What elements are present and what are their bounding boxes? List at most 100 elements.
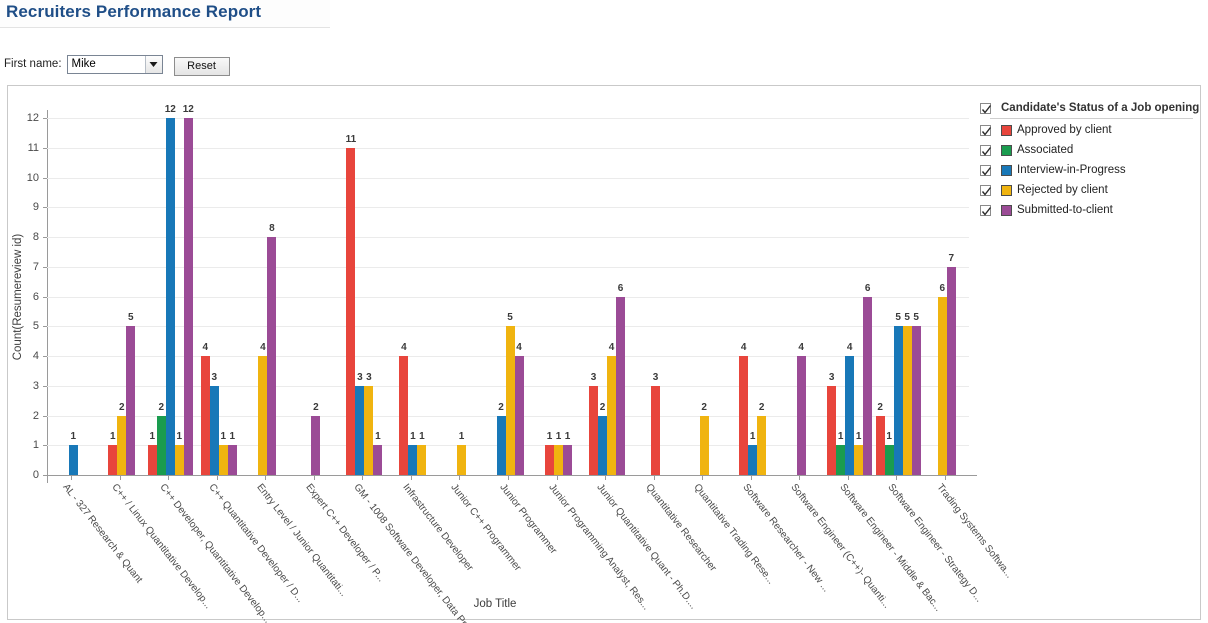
bar[interactable]: 7	[946, 253, 956, 475]
bar-value-label: 3	[590, 371, 597, 383]
bar[interactable]: 3	[827, 372, 837, 475]
x-tick-mark	[410, 476, 412, 480]
bar[interactable]: 1	[417, 431, 427, 475]
bar[interactable]: 11	[346, 134, 356, 475]
y-tick-label: 7	[32, 260, 39, 273]
bar[interactable]: 2	[311, 402, 321, 475]
bar[interactable]: 1	[108, 431, 118, 475]
bar[interactable]: 4	[399, 342, 409, 475]
bar[interactable]: 4	[796, 342, 806, 475]
chart-container: Count(Resumereview id) 1 1 2 5 1 2 12 1 12 4 3 1 1 4 8…	[7, 85, 1201, 623]
legend-item[interactable]: Rejected by client	[980, 180, 1195, 200]
y-tick-label: 5	[32, 320, 39, 333]
legend-item-label: Associated	[1017, 144, 1074, 156]
bar[interactable]: 4	[514, 342, 524, 475]
bar[interactable]: 1	[563, 431, 573, 475]
bar[interactable]: 8	[267, 223, 277, 475]
bar[interactable]: 5	[126, 312, 136, 475]
legend-header[interactable]: Candidate's Status of a Job opening	[980, 100, 1199, 119]
legend-header-checkbox[interactable]	[980, 102, 992, 114]
legend-item-checkbox[interactable]	[980, 204, 992, 216]
legend-item-checkbox[interactable]	[980, 184, 992, 196]
chevron-down-icon[interactable]	[144, 55, 162, 73]
bar[interactable]: 1	[854, 431, 864, 475]
bar[interactable]: 1	[456, 431, 466, 475]
bar[interactable]: 2	[117, 402, 127, 475]
bar[interactable]: 1	[373, 431, 383, 475]
bar[interactable]: 3	[355, 372, 365, 475]
bar-value-label: 1	[458, 431, 465, 443]
bar[interactable]: 1	[68, 431, 78, 475]
bar[interactable]: 1	[218, 431, 228, 475]
x-tick-mark	[119, 476, 121, 480]
legend-item-checkbox[interactable]	[980, 144, 992, 156]
bar[interactable]: 2	[598, 402, 608, 475]
legend-item[interactable]: Associated	[980, 140, 1195, 160]
bar[interactable]: 1	[748, 431, 758, 475]
bar[interactable]: 1	[545, 431, 555, 475]
legend: Candidate's Status of a Job opening Appr…	[980, 100, 1199, 220]
bar[interactable]: 2	[875, 402, 885, 475]
bar[interactable]: 6	[937, 283, 947, 475]
bar[interactable]: 1	[554, 431, 564, 475]
y-tick-mark	[43, 415, 47, 417]
bar-value-label: 2	[877, 401, 883, 413]
bar[interactable]: 12	[165, 104, 176, 475]
bar[interactable]: 3	[589, 372, 599, 475]
bar[interactable]: 5	[911, 312, 921, 475]
bar[interactable]: 1	[836, 431, 846, 475]
bar[interactable]: 12	[183, 104, 194, 475]
legend-item-label: Rejected by client	[1017, 184, 1108, 196]
bar[interactable]: 4	[845, 342, 855, 475]
bar[interactable]: 1	[227, 431, 237, 475]
bar[interactable]: 2	[496, 402, 506, 475]
legend-swatch	[1001, 184, 1012, 196]
y-tick-mark	[43, 207, 47, 209]
x-tick-mark	[71, 476, 73, 480]
y-tick-mark	[43, 445, 47, 447]
bar-value-label: 3	[357, 371, 363, 383]
bar[interactable]: 1	[884, 431, 894, 475]
bar[interactable]: 3	[209, 372, 219, 475]
bar-value-label: 2	[758, 401, 765, 413]
legend-swatch	[1001, 164, 1012, 176]
bar-value-label: 1	[375, 431, 381, 443]
bar-value-label: 1	[229, 431, 236, 443]
bar[interactable]: 5	[505, 312, 515, 475]
first-name-select[interactable]: Mike	[66, 54, 163, 74]
bar[interactable]: 3	[364, 372, 374, 475]
reset-button[interactable]: Reset	[173, 56, 230, 76]
bar[interactable]: 2	[757, 402, 767, 475]
x-tick-mark	[702, 476, 704, 480]
bar[interactable]: 6	[863, 283, 873, 475]
bar-value-label: 1	[410, 431, 416, 443]
bar[interactable]: 4	[607, 342, 617, 475]
x-tick-mark	[605, 476, 607, 480]
legend-item[interactable]: Approved by client	[980, 120, 1195, 140]
y-tick-mark	[43, 296, 47, 298]
bar[interactable]: 1	[408, 431, 418, 475]
legend-item[interactable]: Interview-in-Progress	[980, 160, 1195, 180]
bar[interactable]: 2	[699, 402, 709, 475]
y-tick-label: 0	[32, 469, 39, 481]
legend-divider	[990, 118, 1193, 119]
bar[interactable]: 5	[902, 312, 912, 475]
bar[interactable]: 1	[147, 431, 157, 475]
bar[interactable]: 1	[174, 431, 184, 475]
bar[interactable]: 4	[739, 342, 749, 475]
bar[interactable]: 6	[616, 283, 626, 475]
bar[interactable]: 4	[200, 342, 210, 475]
legend-item-checkbox[interactable]	[980, 164, 992, 176]
bar-value-label: 6	[617, 282, 624, 294]
bar-value-label: 1	[855, 431, 862, 443]
bar-value-label: 2	[119, 401, 125, 413]
legend-item-checkbox[interactable]	[980, 124, 992, 136]
bar[interactable]: 5	[893, 312, 903, 475]
bar-value-label: 2	[313, 401, 319, 413]
bar[interactable]: 4	[258, 342, 268, 475]
bar[interactable]: 2	[156, 402, 166, 475]
bar-value-label: 1	[220, 431, 227, 443]
bar-value-label: 2	[498, 401, 504, 413]
legend-item[interactable]: Submitted-to-client	[980, 200, 1195, 220]
bar[interactable]: 3	[651, 372, 661, 475]
